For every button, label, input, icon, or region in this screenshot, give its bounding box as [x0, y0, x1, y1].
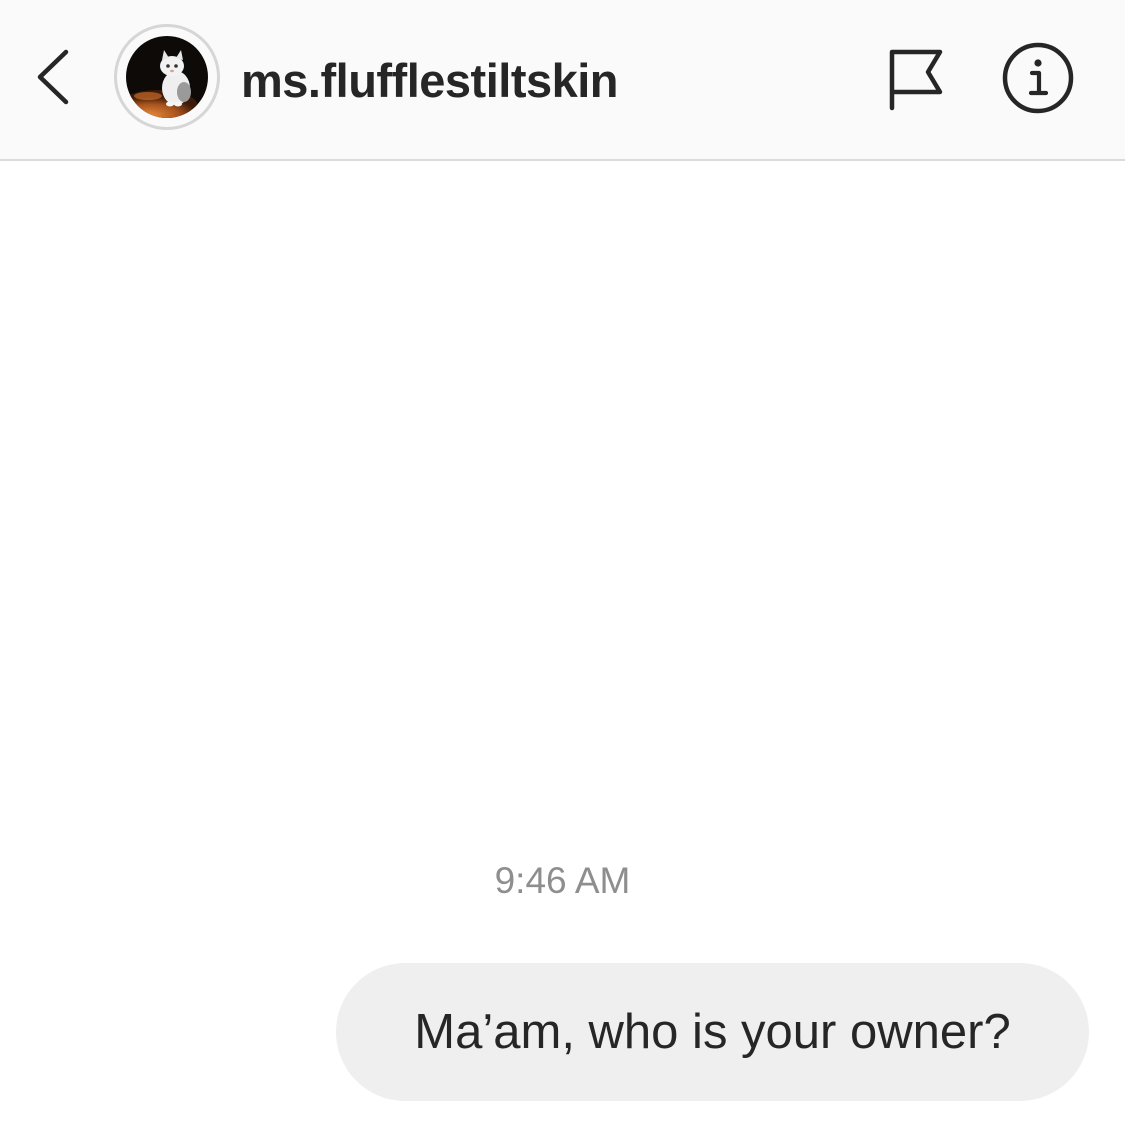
- cat-photo: [126, 36, 208, 118]
- chat-username[interactable]: ms.flufflestiltskin: [241, 52, 619, 110]
- message-text: Ma’am, who is your owner?: [414, 1005, 1011, 1059]
- chevron-left-icon: [37, 49, 69, 105]
- info-button[interactable]: [1000, 40, 1076, 116]
- message-timestamp: 9:46 AM: [494, 860, 631, 901]
- chat-header: ms.flufflestiltskin: [0, 0, 1125, 161]
- sent-message-bubble[interactable]: Ma’am, who is your owner?: [336, 963, 1089, 1101]
- report-button[interactable]: [884, 44, 948, 114]
- info-icon: [1002, 42, 1074, 114]
- profile-avatar-button[interactable]: [114, 24, 220, 130]
- flag-icon: [889, 49, 943, 111]
- back-button[interactable]: [28, 44, 80, 110]
- avatar: [126, 36, 208, 118]
